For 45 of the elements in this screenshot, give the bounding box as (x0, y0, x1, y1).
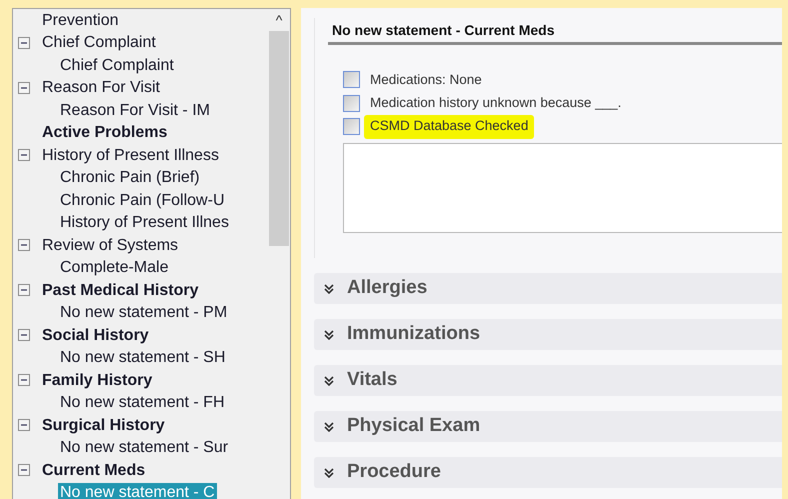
collapse-icon[interactable] (18, 284, 30, 296)
tree-item[interactable]: Review of Systems (40, 236, 180, 255)
section-header[interactable]: Physical Exam (314, 411, 782, 442)
section-header[interactable]: Immunizations (314, 319, 782, 350)
tree-item[interactable]: Chronic Pain (Follow-U (58, 190, 226, 210)
checkbox[interactable] (343, 118, 360, 136)
tree-item[interactable]: Chronic Pain (Brief) (58, 168, 202, 188)
section-header[interactable]: Allergies (314, 273, 782, 304)
tree-item[interactable]: Reason For Visit - IM (58, 100, 212, 120)
scroll-up-button[interactable]: ^ (268, 9, 290, 31)
option-label: CSMD Database Checked (364, 114, 534, 139)
collapse-icon[interactable] (18, 149, 30, 162)
tree-item[interactable]: Chief Complaint (40, 33, 158, 52)
scrollbar-thumb[interactable] (269, 31, 289, 246)
tree-item[interactable]: Active Problems (40, 123, 170, 142)
collapse-icon[interactable] (18, 419, 30, 432)
option-label: Medications: None (370, 70, 482, 89)
collapse-icon[interactable] (18, 374, 30, 386)
notes-field[interactable] (343, 142, 782, 232)
collapse-icon[interactable] (18, 82, 30, 94)
tree-item[interactable]: No new statement - Sur (58, 438, 230, 458)
section-title: No new statement - Current Meds (328, 18, 782, 45)
tree-item[interactable]: No new statement - FH (58, 393, 226, 412)
collapse-icon[interactable] (18, 36, 30, 49)
tree-item[interactable]: Prevention (40, 10, 120, 30)
collapse-icon[interactable] (18, 329, 30, 342)
tree-item[interactable]: Surgical History (40, 416, 167, 435)
tree-item[interactable]: Complete-Male (58, 258, 170, 278)
collapse-icon[interactable] (18, 464, 30, 476)
tree-item[interactable]: Current Meds (40, 460, 148, 480)
tree-item[interactable]: Past Medical History (40, 280, 200, 300)
tree-item[interactable]: No new statement - SH (58, 348, 228, 368)
checkbox[interactable] (343, 71, 360, 88)
section-header[interactable]: Procedure (314, 457, 782, 488)
section-header[interactable]: Vitals (314, 365, 782, 396)
checkbox[interactable] (343, 94, 360, 112)
tree-item[interactable]: History of Present Illness (40, 146, 221, 165)
tree-item[interactable]: No new statement - PM (58, 303, 230, 322)
tree-item[interactable]: Chief Complaint (58, 56, 176, 75)
tree-item[interactable]: History of Present Illnes (58, 213, 231, 232)
tree-item[interactable]: Reason For Visit (40, 78, 162, 98)
tree-item[interactable]: Social History (40, 326, 151, 345)
tree-item[interactable]: Family History (40, 370, 154, 390)
option-label: Medication history unknown because ___. (370, 94, 622, 112)
collapse-icon[interactable] (18, 239, 30, 252)
